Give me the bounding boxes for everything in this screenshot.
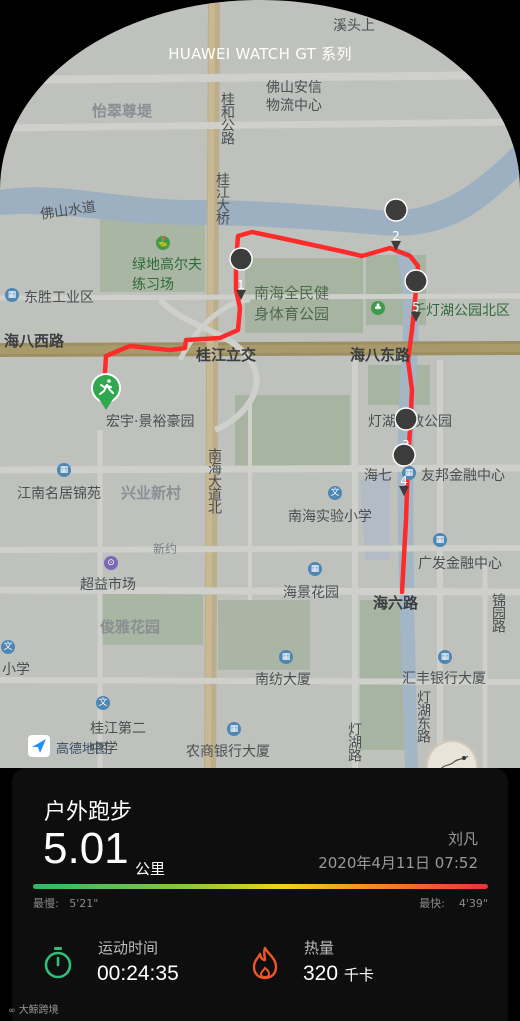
map-label: 海景花园 <box>283 585 339 601</box>
calories-label: 热量 <box>304 939 335 957</box>
pace-gradient-bar <box>33 884 488 889</box>
map-label: 东胜工业区 <box>24 290 94 306</box>
building-icon: ▦ <box>57 463 71 477</box>
building-icon: ▦ <box>279 650 293 664</box>
amap-logo-icon <box>28 735 50 757</box>
map-label: 桂江立交 <box>196 346 257 364</box>
map-label: 南海大道北 <box>206 448 222 513</box>
map-label: 佛山安信 <box>266 80 322 96</box>
map-label: 千灯湖公园北区 <box>412 303 510 319</box>
map-label: 友邦金融中心 <box>421 468 505 484</box>
distance-unit: 公里 <box>135 860 166 878</box>
map-label: 广发金融中心 <box>418 556 502 572</box>
map-label: 农商银行大厦 <box>186 744 270 760</box>
calories-unit: 千卡 <box>343 966 374 984</box>
map-label: 俊雅花园 <box>100 618 161 636</box>
map-label: 溪头上 <box>333 18 375 34</box>
activity-title: 户外跑步 <box>44 800 133 825</box>
map-label: 桂江大桥 <box>214 172 230 224</box>
stopwatch-icon <box>44 947 72 979</box>
amap-brand: 高德地图 <box>56 742 109 757</box>
map-label: 怡翠尊堤 <box>92 102 153 120</box>
pace-slow-label: 最慢: <box>33 897 59 910</box>
duration-label: 运动时间 <box>98 939 159 957</box>
school-icon: 文 <box>328 486 342 500</box>
watermark-text: 大鲸跨境 <box>18 1005 59 1016</box>
pace-slowest: 最慢: 5'21" <box>33 895 98 911</box>
calories-value: 320 <box>303 962 339 985</box>
user-name: 刘凡 <box>447 830 478 848</box>
building-icon: ▦ <box>402 466 416 480</box>
screen: HUAWEI WATCH GT 系列 溪头上 佛山安信 物流中心 怡翠尊堤 桂和… <box>0 0 520 1021</box>
golf-icon: ⛳ <box>156 236 170 250</box>
map-label: 物流中心 <box>266 98 322 114</box>
map-label: 南海实验小学 <box>288 509 372 525</box>
building-icon: ▦ <box>227 722 241 736</box>
map-label: 桂和公路 <box>219 92 235 144</box>
map-label: 超益市场 <box>80 577 136 593</box>
map-label: 兴业新村 <box>121 484 182 502</box>
map-label: 海八西路 <box>4 332 65 350</box>
building-icon: ▦ <box>308 562 322 576</box>
activity-datetime: 2020年4月11日 07:52 <box>318 854 478 872</box>
map-label: 灯湖路 <box>346 722 362 761</box>
market-icon: ⊙ <box>104 556 118 570</box>
watermark: ∞ 大鲸跨境 <box>8 1001 59 1016</box>
school-icon: 文 <box>96 696 110 710</box>
map-label: 灯湖市政公园 <box>368 414 452 430</box>
pace-fast-label: 最快: <box>419 897 445 910</box>
school-icon: 文 <box>1 640 15 654</box>
watermark-logo-icon: ∞ <box>8 1006 16 1016</box>
building-icon: ▦ <box>5 288 19 302</box>
map-label: 新约 <box>153 542 178 556</box>
map-label: 南海全民健身体育公园 <box>254 284 330 323</box>
map-label: 汇丰银行大厦 <box>402 671 486 687</box>
map-label: 海七 <box>364 468 392 484</box>
map-label: 小学 <box>2 662 30 678</box>
flame-icon <box>252 946 278 980</box>
building-icon: ▦ <box>438 650 452 664</box>
map-label: 海八东路 <box>350 346 411 364</box>
map-label: 江南名居锦苑 <box>17 486 101 502</box>
map-label: 锦园路 <box>490 593 506 632</box>
map-label: 灯湖东路 <box>415 690 431 742</box>
summary-card: 户外跑步 5.01 公里 刘凡 2020年4月11日 07:52 最慢: 5'2… <box>12 768 508 1021</box>
map-label: 宏宇·景裕豪园 <box>106 414 195 430</box>
duration-value: 00:24:35 <box>97 962 179 985</box>
device-title: HUAWEI WATCH GT 系列 <box>168 45 352 63</box>
park-icon: ♣ <box>371 301 385 315</box>
pace-slow-value: 5'21" <box>69 897 99 910</box>
map-label: 绿地高尔夫练习场 <box>132 257 202 293</box>
calories-value-group: 320 千卡 <box>303 962 374 986</box>
distance-value: 5.01 <box>43 824 129 873</box>
map-label: 海六路 <box>373 594 419 612</box>
pace-fast-value: 4'39" <box>458 897 488 910</box>
pace-fastest: 最快: 4'39" <box>419 895 488 911</box>
map-label: 南纺大厦 <box>255 672 311 688</box>
building-icon: ▦ <box>433 533 447 547</box>
